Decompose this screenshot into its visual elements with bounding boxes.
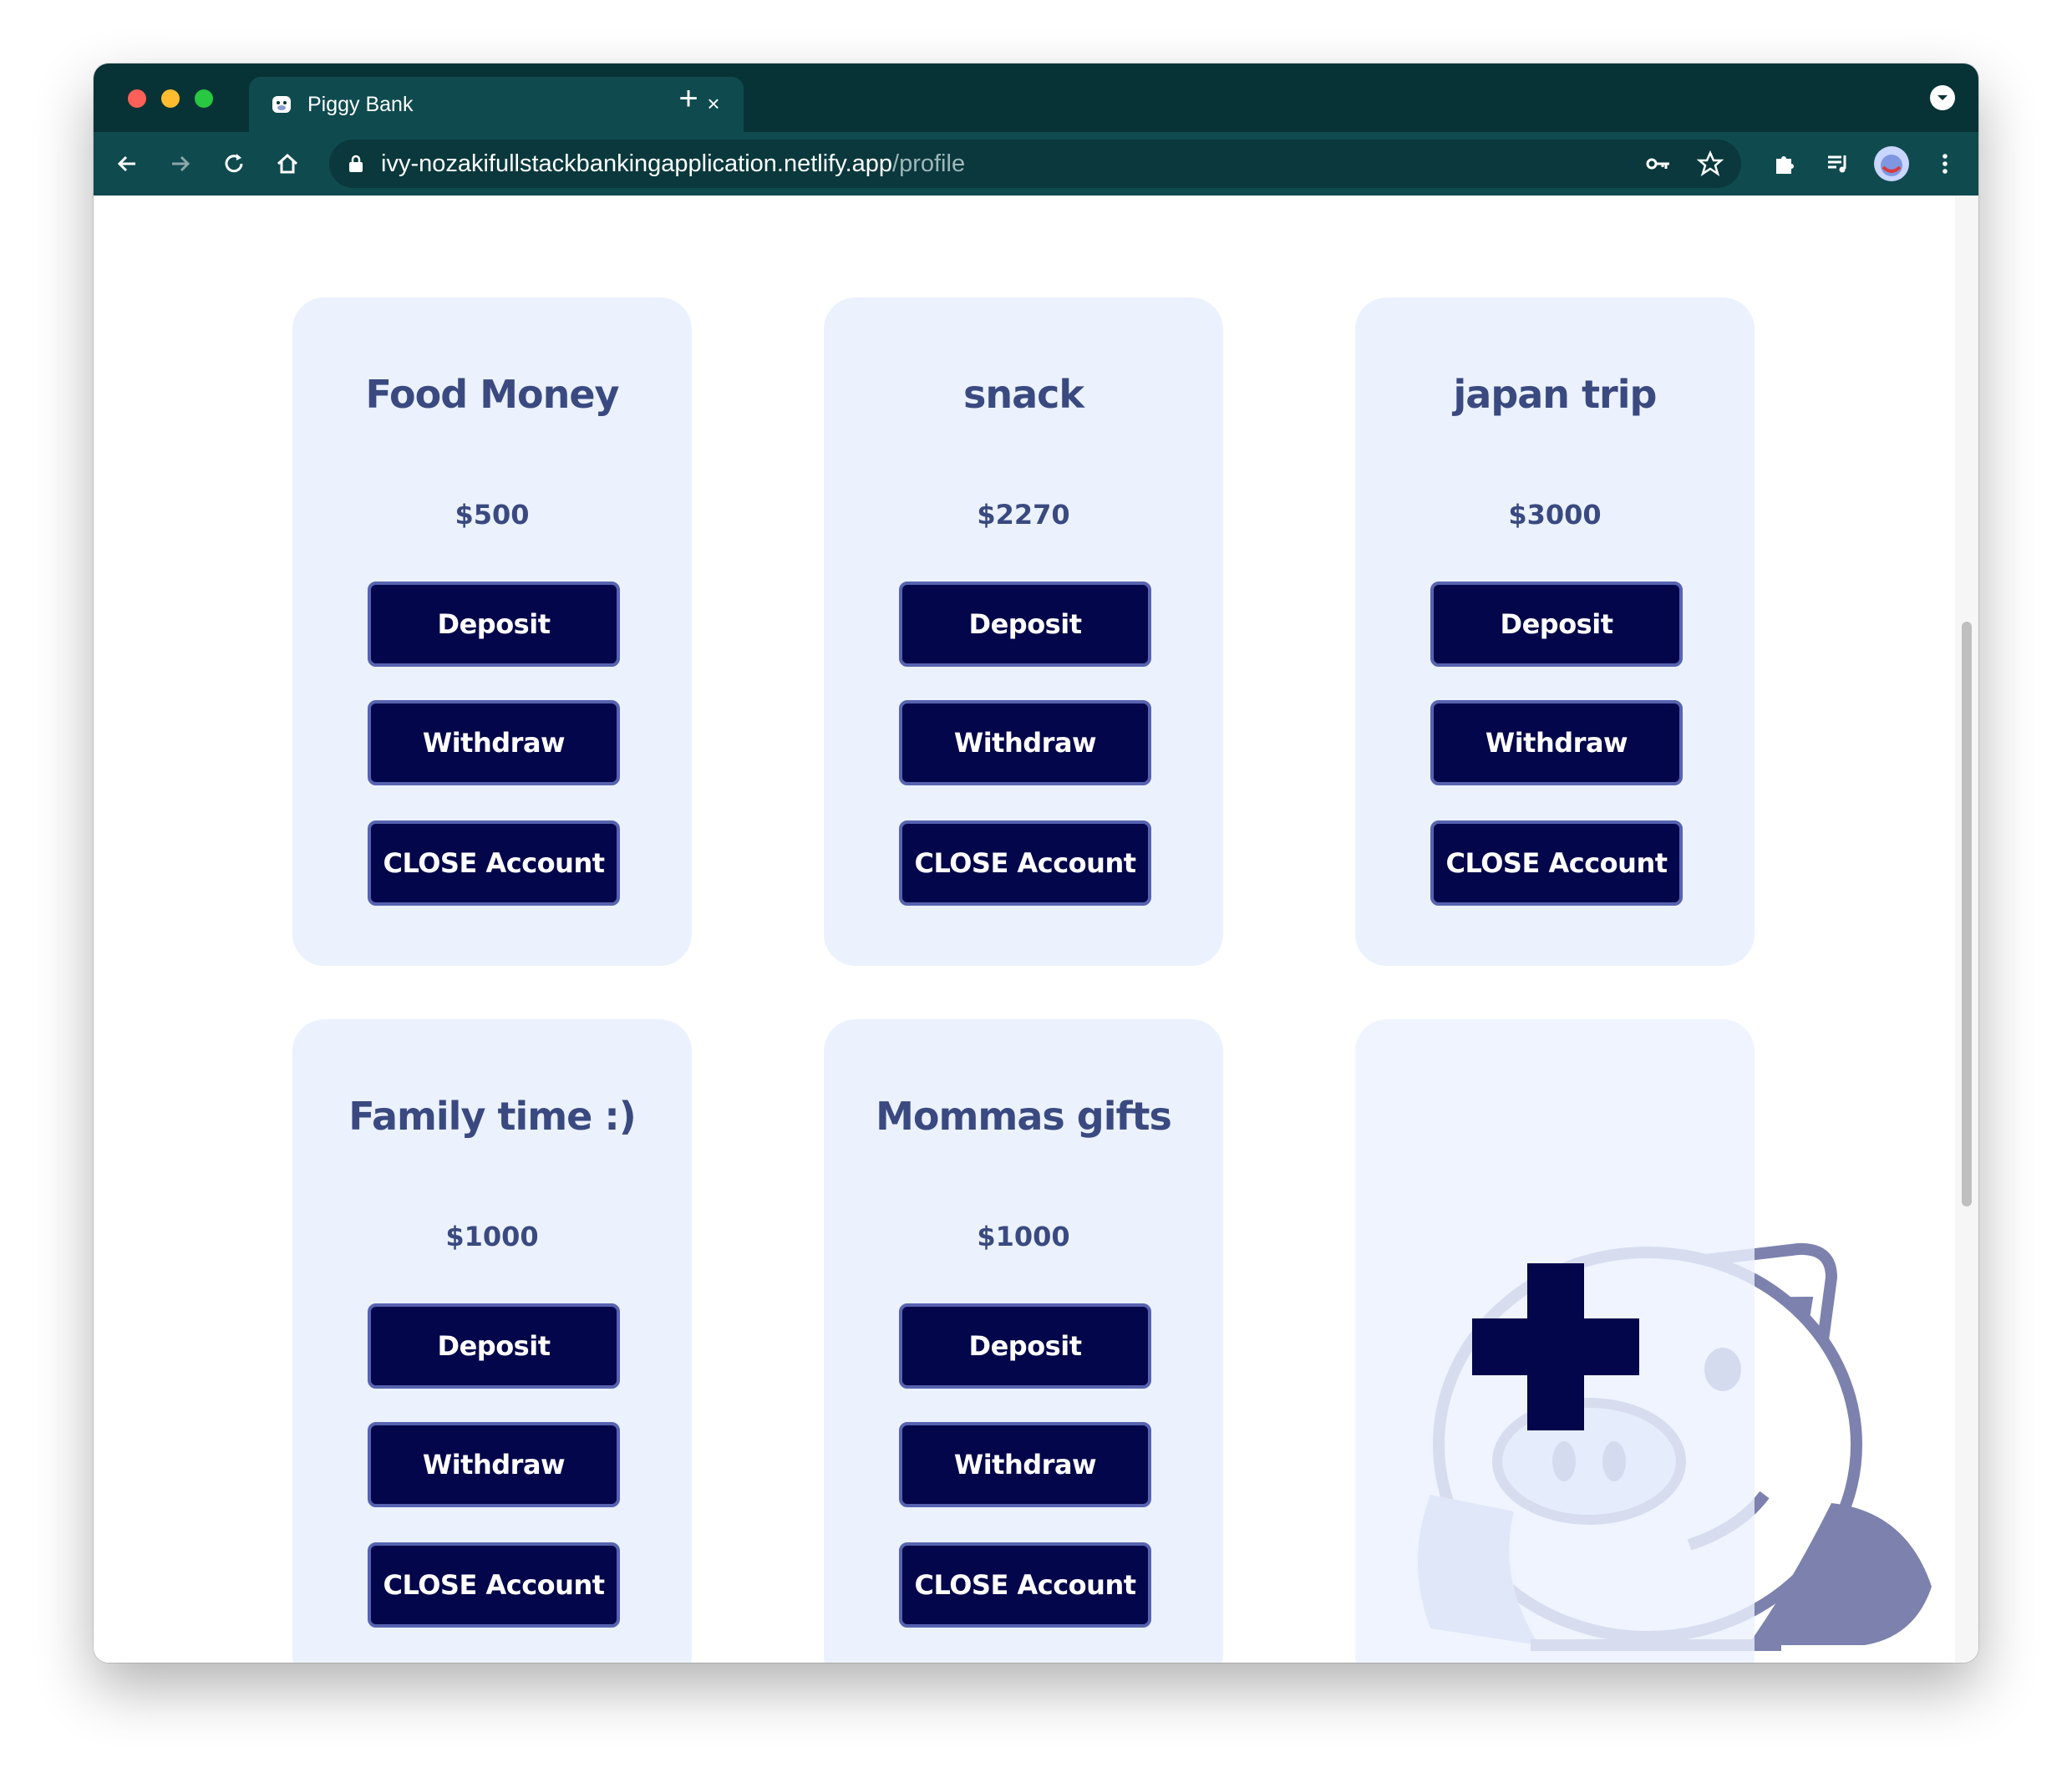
title-bar: Piggy Bank × + (94, 63, 1978, 132)
minimize-window-button[interactable] (161, 89, 180, 108)
maximize-window-button[interactable] (195, 89, 213, 108)
scrollbar-thumb[interactable] (1962, 622, 1972, 1206)
add-account-card[interactable] (1355, 1019, 1755, 1663)
account-balance: $3000 (1508, 499, 1602, 531)
withdraw-button[interactable]: Withdraw (899, 1422, 1151, 1507)
account-name: snack (962, 372, 1084, 417)
pig-favicon-icon (272, 96, 291, 113)
address-bar[interactable]: ivy-nozakifullstackbankingapplication.ne… (329, 140, 1741, 188)
url-host: ivy-nozakifullstackbankingapplication.ne… (381, 150, 893, 177)
key-icon[interactable] (1644, 150, 1673, 178)
profile-page: Food Money $500 Deposit Withdraw CLOSE A… (94, 196, 1955, 1663)
tab-search-icon[interactable] (1930, 85, 1955, 110)
close-window-button[interactable] (128, 89, 146, 108)
extensions-puzzle-icon[interactable] (1765, 144, 1805, 184)
close-account-button[interactable]: CLOSE Account (899, 1542, 1151, 1628)
account-name: Mommas gifts (876, 1094, 1172, 1139)
url-text: ivy-nozakifullstackbankingapplication.ne… (381, 150, 965, 178)
withdraw-button[interactable]: Withdraw (899, 700, 1151, 785)
deposit-button[interactable]: Deposit (899, 582, 1151, 667)
close-account-button[interactable]: CLOSE Account (368, 820, 620, 906)
new-tab-button[interactable]: + (670, 80, 707, 117)
account-card: Food Money $500 Deposit Withdraw CLOSE A… (292, 297, 692, 966)
account-card: japan trip $3000 Deposit Withdraw CLOSE … (1355, 297, 1755, 966)
account-card: Mommas gifts $1000 Deposit Withdraw CLOS… (824, 1019, 1223, 1663)
account-balance: $500 (455, 499, 530, 531)
plus-icon-bar[interactable] (1472, 1318, 1639, 1375)
close-account-button[interactable]: CLOSE Account (899, 820, 1151, 906)
page-scrollbar[interactable] (1955, 196, 1978, 1663)
menu-kebab-icon[interactable] (1925, 144, 1965, 184)
deposit-button[interactable]: Deposit (368, 582, 620, 667)
browser-window: Piggy Bank × + ivy-nozakifullstackbankin… (94, 63, 1978, 1663)
account-card: snack $2270 Deposit Withdraw CLOSE Accou… (824, 297, 1223, 966)
browser-toolbar: ivy-nozakifullstackbankingapplication.ne… (94, 132, 1978, 196)
close-account-button[interactable]: CLOSE Account (368, 1542, 620, 1628)
account-balance: $1000 (445, 1221, 539, 1252)
withdraw-button[interactable]: Withdraw (1430, 700, 1683, 785)
account-name: Family time :) (348, 1094, 637, 1139)
deposit-button[interactable]: Deposit (1430, 582, 1683, 667)
profile-avatar[interactable] (1871, 144, 1912, 184)
withdraw-button[interactable]: Withdraw (368, 700, 620, 785)
deposit-button[interactable]: Deposit (368, 1303, 620, 1389)
bookmark-star-icon[interactable] (1696, 150, 1724, 178)
reload-icon[interactable] (214, 144, 254, 184)
tab-title: Piggy Bank (307, 93, 414, 116)
home-icon[interactable] (267, 144, 307, 184)
close-account-button[interactable]: CLOSE Account (1430, 820, 1683, 906)
withdraw-button[interactable]: Withdraw (368, 1422, 620, 1507)
account-name: Food Money (365, 372, 619, 417)
back-arrow-icon[interactable] (107, 144, 147, 184)
account-balance: $1000 (977, 1221, 1070, 1252)
url-path: /profile (892, 150, 966, 177)
media-control-icon[interactable] (1818, 144, 1858, 184)
forward-arrow-icon[interactable] (160, 144, 201, 184)
account-balance: $2270 (977, 499, 1070, 531)
lock-icon (349, 155, 363, 172)
account-name: japan trip (1453, 372, 1658, 417)
deposit-button[interactable]: Deposit (899, 1303, 1151, 1389)
account-card: Family time :) $1000 Deposit Withdraw CL… (292, 1019, 692, 1663)
